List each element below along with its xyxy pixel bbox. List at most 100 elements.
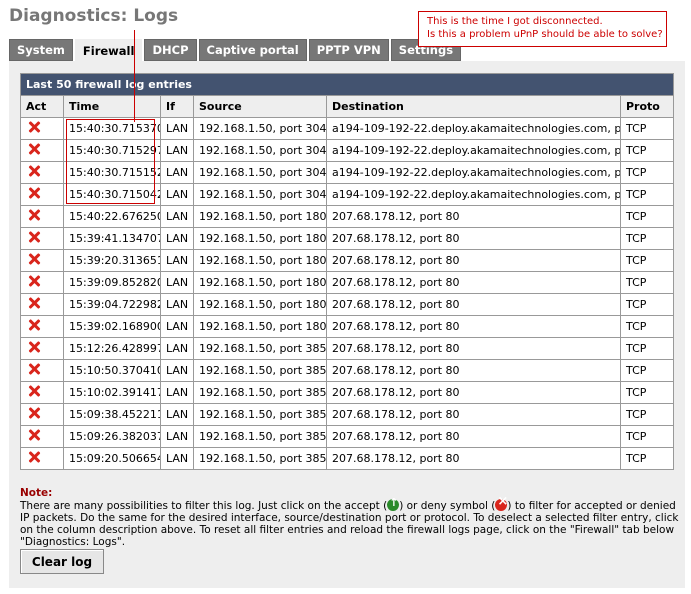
tab-firewall[interactable]: Firewall: [74, 39, 143, 62]
cell-source[interactable]: 192.168.1.50, port 3046: [193, 161, 327, 184]
cell-proto[interactable]: TCP: [619, 271, 675, 294]
cell-source[interactable]: 192.168.1.50, port 3851: [193, 337, 327, 360]
tab-system[interactable]: System: [9, 39, 73, 61]
cell-destination[interactable]: 207.68.178.12, port 80: [326, 359, 621, 382]
cell-destination[interactable]: 207.68.178.12, port 80: [326, 227, 621, 250]
cell-if[interactable]: LAN: [160, 227, 194, 250]
cell-source[interactable]: 192.168.1.50, port 3048: [193, 139, 327, 162]
tab-captive-portal[interactable]: Captive portal: [198, 39, 307, 61]
cell-if[interactable]: LAN: [160, 359, 194, 382]
cell-proto[interactable]: TCP: [619, 161, 675, 184]
cell-source[interactable]: 192.168.1.50, port 3049: [193, 117, 327, 140]
tab-dhcp[interactable]: DHCP: [144, 39, 197, 61]
deny-x-icon[interactable]: [28, 143, 40, 155]
deny-x-icon[interactable]: [28, 363, 40, 375]
table-row: 15:39:41.134707 LAN 192.168.1.50, port 180…: [20, 227, 675, 250]
cell-if[interactable]: LAN: [160, 293, 194, 316]
cell-if[interactable]: LAN: [160, 117, 194, 140]
cell-destination[interactable]: 207.68.178.12, port 80: [326, 425, 621, 448]
column-header-if[interactable]: If: [160, 95, 194, 118]
cell-source[interactable]: 192.168.1.50, port 1809: [193, 249, 327, 272]
deny-x-icon[interactable]: [28, 165, 40, 177]
cell-if[interactable]: LAN: [160, 249, 194, 272]
cell-if[interactable]: LAN: [160, 183, 194, 206]
column-header-proto[interactable]: Proto: [619, 95, 675, 118]
cell-destination[interactable]: 207.68.178.12, port 80: [326, 249, 621, 272]
cell-source[interactable]: 192.168.1.50, port 1809: [193, 293, 327, 316]
cell-if[interactable]: LAN: [160, 403, 194, 426]
action-cell: [20, 337, 64, 360]
deny-x-icon[interactable]: [28, 319, 40, 331]
deny-x-icon[interactable]: [28, 275, 40, 287]
cell-if[interactable]: LAN: [160, 381, 194, 404]
cell-proto[interactable]: TCP: [619, 315, 675, 338]
cell-source[interactable]: 192.168.1.50, port 1809: [193, 227, 327, 250]
deny-x-icon[interactable]: [28, 231, 40, 243]
clear-log-button[interactable]: Clear log: [20, 549, 104, 574]
deny-x-icon[interactable]: [28, 385, 40, 397]
cell-if[interactable]: LAN: [160, 271, 194, 294]
cell-destination[interactable]: 207.68.178.12, port 80: [326, 447, 621, 470]
deny-x-icon[interactable]: [28, 429, 40, 441]
action-cell: [20, 403, 64, 426]
cell-if[interactable]: LAN: [160, 447, 194, 470]
cell-source[interactable]: 192.168.1.50, port 3851: [193, 425, 327, 448]
deny-x-icon[interactable]: [28, 253, 40, 265]
cell-destination[interactable]: a194-109-192-22.deploy.akamaitechnologie…: [326, 161, 621, 184]
deny-x-icon[interactable]: [28, 187, 40, 199]
cell-proto[interactable]: TCP: [619, 447, 675, 470]
cell-source[interactable]: 192.168.1.50, port 1809: [193, 315, 327, 338]
annotation-line-1: This is the time I got disconnected.: [427, 16, 603, 27]
cell-proto[interactable]: TCP: [619, 425, 675, 448]
cell-destination[interactable]: 207.68.178.12, port 80: [326, 337, 621, 360]
annotation-line-2: Is this a problem uPnP should be able to…: [427, 29, 663, 40]
cell-proto[interactable]: TCP: [619, 293, 675, 316]
cell-if[interactable]: LAN: [160, 139, 194, 162]
column-header-destination[interactable]: Destination: [326, 95, 621, 118]
cell-proto[interactable]: TCP: [619, 183, 675, 206]
cell-source[interactable]: 192.168.1.50, port 3851: [193, 381, 327, 404]
cell-destination[interactable]: 207.68.178.12, port 80: [326, 271, 621, 294]
deny-x-icon[interactable]: [28, 297, 40, 309]
cell-if[interactable]: LAN: [160, 315, 194, 338]
deny-x-icon[interactable]: [28, 121, 40, 133]
cell-destination[interactable]: a194-109-192-22.deploy.akamaitechnologie…: [326, 183, 621, 206]
cell-destination[interactable]: 207.68.178.12, port 80: [326, 381, 621, 404]
deny-x-icon[interactable]: [28, 209, 40, 221]
column-header-time[interactable]: Time: [63, 95, 161, 118]
cell-source[interactable]: 192.168.1.50, port 1809: [193, 271, 327, 294]
cell-if[interactable]: LAN: [160, 337, 194, 360]
deny-x-icon[interactable]: [28, 407, 40, 419]
cell-proto[interactable]: TCP: [619, 117, 675, 140]
tab-pptp-vpn[interactable]: PPTP VPN: [308, 39, 389, 61]
cell-proto[interactable]: TCP: [619, 403, 675, 426]
cell-source[interactable]: 192.168.1.50, port 3851: [193, 447, 327, 470]
cell-if[interactable]: LAN: [160, 425, 194, 448]
cell-proto[interactable]: TCP: [619, 139, 675, 162]
cell-proto[interactable]: TCP: [619, 249, 675, 272]
cell-source[interactable]: 192.168.1.50, port 1809: [193, 205, 327, 228]
cell-destination[interactable]: 207.68.178.12, port 80: [326, 403, 621, 426]
cell-time: 15:39:41.134707: [63, 227, 161, 250]
cell-proto[interactable]: TCP: [619, 359, 675, 382]
cell-destination[interactable]: 207.68.178.12, port 80: [326, 205, 621, 228]
column-header-act[interactable]: Act: [20, 95, 64, 118]
cell-destination[interactable]: 207.68.178.12, port 80: [326, 293, 621, 316]
cell-time: 15:09:26.382037: [63, 425, 161, 448]
cell-destination[interactable]: 207.68.178.12, port 80: [326, 315, 621, 338]
cell-destination[interactable]: a194-109-192-22.deploy.akamaitechnologie…: [326, 117, 621, 140]
cell-proto[interactable]: TCP: [619, 381, 675, 404]
cell-proto[interactable]: TCP: [619, 227, 675, 250]
deny-x-icon[interactable]: [28, 341, 40, 353]
cell-destination[interactable]: a194-109-192-22.deploy.akamaitechnologie…: [326, 139, 621, 162]
deny-x-icon[interactable]: [28, 451, 40, 463]
cell-source[interactable]: 192.168.1.50, port 3851: [193, 403, 327, 426]
cell-proto[interactable]: TCP: [619, 337, 675, 360]
cell-source[interactable]: 192.168.1.50, port 3045: [193, 183, 327, 206]
cell-if[interactable]: LAN: [160, 205, 194, 228]
note-text-part2: ) or deny symbol (: [399, 500, 496, 512]
cell-if[interactable]: LAN: [160, 161, 194, 184]
cell-proto[interactable]: TCP: [619, 205, 675, 228]
column-header-source[interactable]: Source: [193, 95, 327, 118]
cell-source[interactable]: 192.168.1.50, port 3851: [193, 359, 327, 382]
